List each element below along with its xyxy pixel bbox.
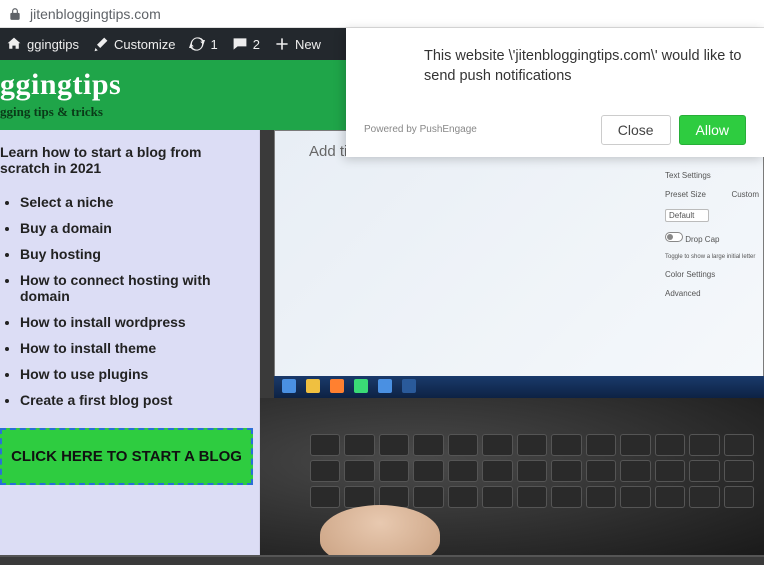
sidebar-list: Select a niche Buy a domain Buy hosting … bbox=[20, 194, 253, 408]
key bbox=[517, 460, 547, 482]
plus-icon bbox=[274, 36, 290, 52]
powered-by-text: Powered by PushEngage bbox=[364, 124, 477, 135]
adminbar-customize-label: Customize bbox=[114, 37, 175, 52]
adminbar-site-label: ggingtips bbox=[27, 37, 79, 52]
key bbox=[551, 434, 581, 456]
adminbar-customize[interactable]: Customize bbox=[93, 36, 175, 52]
dropcap-label: Drop Cap bbox=[685, 235, 719, 244]
comment-icon bbox=[232, 36, 248, 52]
key bbox=[344, 460, 374, 482]
adminbar-comments[interactable]: 2 bbox=[232, 36, 260, 52]
taskbar-icon bbox=[354, 379, 368, 393]
key bbox=[620, 460, 650, 482]
sidebar-heading: Learn how to start a blog from scratch i… bbox=[0, 144, 253, 176]
cta-button[interactable]: CLICK HERE TO START A BLOG bbox=[0, 428, 253, 485]
key bbox=[655, 434, 685, 456]
windows-taskbar bbox=[274, 376, 764, 398]
key bbox=[448, 486, 478, 508]
refresh-icon bbox=[189, 36, 205, 52]
key bbox=[448, 460, 478, 482]
taskbar-icon bbox=[378, 379, 392, 393]
key bbox=[310, 460, 340, 482]
key bbox=[482, 460, 512, 482]
home-icon bbox=[6, 36, 22, 52]
key bbox=[689, 434, 719, 456]
key bbox=[620, 434, 650, 456]
list-item: How to connect hosting with domain bbox=[20, 272, 253, 304]
push-notification-prompt: This website \'jitenbloggingtips.com\' w… bbox=[346, 28, 764, 157]
key bbox=[344, 434, 374, 456]
keyboard bbox=[310, 434, 754, 508]
key bbox=[379, 434, 409, 456]
allow-button[interactable]: Allow bbox=[679, 115, 746, 145]
key bbox=[379, 460, 409, 482]
list-item: Buy hosting bbox=[20, 246, 253, 262]
key bbox=[655, 460, 685, 482]
taskbar-icon bbox=[282, 379, 296, 393]
panel-color-settings: Color Settings bbox=[665, 270, 759, 279]
key bbox=[310, 434, 340, 456]
key bbox=[551, 460, 581, 482]
notification-message: This website \'jitenbloggingtips.com\' w… bbox=[424, 46, 746, 87]
hero-image-area: Add title Text Settings Preset Size Cust… bbox=[260, 130, 764, 555]
key bbox=[620, 486, 650, 508]
dropcap-hint: Toggle to show a large initial letter bbox=[665, 254, 759, 260]
panel-advanced: Advanced bbox=[665, 289, 759, 298]
list-item: Select a niche bbox=[20, 194, 253, 210]
laptop-screen: Add title Text Settings Preset Size Cust… bbox=[274, 130, 764, 376]
key bbox=[413, 486, 443, 508]
key bbox=[482, 486, 512, 508]
key bbox=[517, 434, 547, 456]
key bbox=[413, 460, 443, 482]
preset-select: Default bbox=[665, 209, 709, 222]
adminbar-new[interactable]: New bbox=[274, 36, 321, 52]
laptop-body bbox=[260, 398, 764, 555]
close-button[interactable]: Close bbox=[601, 115, 671, 145]
key bbox=[586, 486, 616, 508]
key bbox=[724, 434, 754, 456]
taskbar-icon bbox=[330, 379, 344, 393]
editor-side-panel: Text Settings Preset Size Custom Default… bbox=[665, 171, 759, 308]
key bbox=[310, 486, 340, 508]
browser-url-bar: jitenbloggingtips.com bbox=[0, 0, 764, 28]
key bbox=[724, 486, 754, 508]
footer-strip bbox=[0, 555, 764, 565]
key bbox=[551, 486, 581, 508]
left-sidebar: Learn how to start a blog from scratch i… bbox=[0, 130, 260, 555]
key bbox=[517, 486, 547, 508]
key bbox=[413, 434, 443, 456]
preset-size-label: Preset Size bbox=[665, 190, 706, 199]
adminbar-site[interactable]: ggingtips bbox=[6, 36, 79, 52]
adminbar-updates[interactable]: 1 bbox=[189, 36, 217, 52]
list-item: How to install theme bbox=[20, 340, 253, 356]
key bbox=[482, 434, 512, 456]
key bbox=[586, 460, 616, 482]
key bbox=[689, 486, 719, 508]
taskbar-icon bbox=[306, 379, 320, 393]
hand bbox=[320, 505, 440, 555]
taskbar-icon bbox=[402, 379, 416, 393]
list-item: Buy a domain bbox=[20, 220, 253, 236]
adminbar-new-label: New bbox=[295, 37, 321, 52]
url-text[interactable]: jitenbloggingtips.com bbox=[30, 6, 161, 22]
lock-icon bbox=[8, 7, 22, 21]
key bbox=[724, 460, 754, 482]
key bbox=[448, 434, 478, 456]
key bbox=[586, 434, 616, 456]
custom-label: Custom bbox=[731, 190, 759, 199]
list-item: Create a first blog post bbox=[20, 392, 253, 408]
list-item: How to install wordpress bbox=[20, 314, 253, 330]
key bbox=[689, 460, 719, 482]
key bbox=[655, 486, 685, 508]
panel-section-text: Text Settings bbox=[665, 171, 759, 180]
adminbar-updates-count: 1 bbox=[210, 37, 217, 52]
list-item: How to use plugins bbox=[20, 366, 253, 382]
adminbar-comments-count: 2 bbox=[253, 37, 260, 52]
dropcap-toggle bbox=[665, 232, 683, 242]
brush-icon bbox=[93, 36, 109, 52]
